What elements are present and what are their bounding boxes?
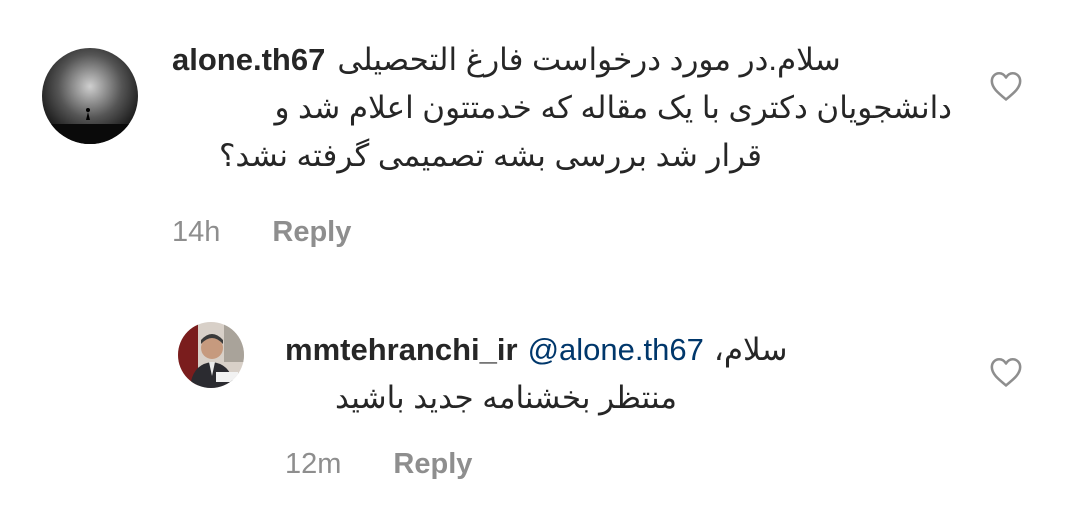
comment-text-block: alone.th67 سلام.در مورد درخواست فارغ الت…: [172, 36, 952, 180]
comment-text-line: سلام،: [713, 332, 788, 367]
avatar[interactable]: [42, 48, 138, 144]
reply-button[interactable]: Reply: [272, 216, 351, 248]
comment-username[interactable]: mmtehranchi_ir: [285, 326, 518, 374]
comment-meta: 12m Reply: [285, 448, 472, 481]
reply-comment-item: mmtehranchi_ir @alone.th67 سلام، منتظر ب…: [0, 300, 1066, 506]
comment-text-line: سلام.در مورد درخواست فارغ التحصیلی: [337, 42, 841, 77]
comment-timestamp: 12m: [285, 448, 342, 480]
comment-username[interactable]: alone.th67: [172, 36, 325, 84]
heart-outline-icon[interactable]: [989, 70, 1023, 102]
comment-item: alone.th67 سلام.در مورد درخواست فارغ الت…: [0, 0, 1066, 270]
comment-text-line: منتظر بخشنامه جدید باشید: [334, 380, 677, 415]
reply-button[interactable]: Reply: [393, 448, 472, 480]
heart-outline-icon[interactable]: [989, 356, 1023, 388]
comment-meta: 14h Reply: [172, 216, 351, 249]
comment-text-line: قرار شد بررسی بشه تصمیمی گرفته نشد؟: [218, 138, 762, 173]
comment-text-block: mmtehranchi_ir @alone.th67 سلام، منتظر ب…: [285, 326, 925, 422]
comment-text-line: دانشجویان دکتری با یک مقاله که خدمتتون ا…: [274, 90, 952, 125]
avatar-silhouette-icon: [42, 48, 138, 144]
comment-timestamp: 14h: [172, 216, 221, 248]
avatar-photo-icon: [178, 322, 244, 388]
avatar[interactable]: [178, 322, 244, 388]
mention-link[interactable]: @alone.th67: [528, 326, 704, 374]
